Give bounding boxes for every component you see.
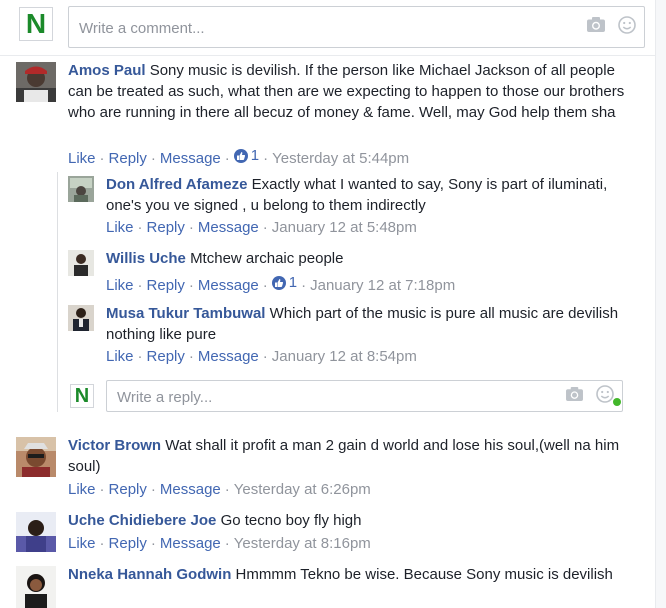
avatar[interactable] xyxy=(16,566,56,608)
comment-timestamp[interactable]: Yesterday at 6:26pm xyxy=(234,481,371,498)
message-link[interactable]: Message xyxy=(160,535,221,552)
like-link[interactable]: Like xyxy=(68,535,96,552)
comment-author[interactable]: Amos Paul xyxy=(68,62,146,79)
reply-willis-uche: Willis Uche Mtchew archaic people xyxy=(106,248,626,269)
divider xyxy=(0,55,655,56)
comment-author[interactable]: Don Alfred Afameze xyxy=(106,176,247,193)
comment-text: Sony music is devilish. If the person li… xyxy=(68,62,625,121)
logo-letter: N xyxy=(74,384,90,407)
like-link[interactable]: Like xyxy=(106,348,134,365)
like-count: 1 xyxy=(250,147,260,164)
like-count-badge[interactable]: 1 xyxy=(233,146,260,166)
comment-timestamp[interactable]: Yesterday at 5:44pm xyxy=(272,150,409,167)
thumbs-up-icon xyxy=(233,149,248,163)
reply-musa-tukur-tambuwal: Musa Tukur Tambuwal Which part of the mu… xyxy=(106,303,626,345)
message-link[interactable]: Message xyxy=(198,348,259,365)
comment-timestamp[interactable]: January 12 at 8:54pm xyxy=(272,348,417,365)
logo-letter: N xyxy=(25,8,47,39)
message-link[interactable]: Message xyxy=(160,150,221,167)
comment-author[interactable]: Nneka Hannah Godwin xyxy=(68,566,231,583)
comment-nneka-hannah-godwin: Nneka Hannah Godwin Hmmmm Tekno be wise.… xyxy=(68,564,638,585)
comment-author[interactable]: Musa Tukur Tambuwal xyxy=(106,305,265,322)
thumbs-up-icon xyxy=(271,276,286,290)
camera-icon[interactable] xyxy=(586,16,606,38)
comment-timestamp[interactable]: January 12 at 5:48pm xyxy=(272,219,417,236)
comment-text: Go tecno boy fly high xyxy=(220,512,362,529)
reply-link[interactable]: Reply xyxy=(109,150,147,167)
comment-input[interactable] xyxy=(77,7,484,49)
reply-link[interactable]: Reply xyxy=(109,535,147,552)
reply-don-alfred-afameze: Don Alfred Afameze Exactly what I wanted… xyxy=(106,174,626,216)
comment-text: Mtchew archaic people xyxy=(190,250,344,267)
reply-link[interactable]: Reply xyxy=(147,277,185,294)
comment-text: Hmmmm Tekno be wise. Because Sony music … xyxy=(235,566,613,583)
comment-composer[interactable] xyxy=(68,6,645,49)
like-link[interactable]: Like xyxy=(68,481,96,498)
avatar[interactable] xyxy=(68,305,94,331)
message-link[interactable]: Message xyxy=(198,219,259,236)
comment-amos-paul: Amos Paul Sony music is devilish. If the… xyxy=(68,60,638,123)
emoji-icon[interactable] xyxy=(596,384,614,408)
comment-timestamp[interactable]: January 12 at 7:18pm xyxy=(310,277,455,294)
comment-actions: Like · Reply · Message · Yesterday at 8:16pm xyxy=(68,535,371,552)
avatar[interactable] xyxy=(16,512,56,552)
comment-actions: Like · Reply · Message · 1 · January 12 at 7:18p… xyxy=(106,273,456,294)
reply-link[interactable]: Reply xyxy=(147,348,185,365)
like-count: 1 xyxy=(288,274,298,291)
message-link[interactable]: Message xyxy=(198,277,259,294)
comment-actions: Like · Reply · Message · Yesterday at 6:26pm xyxy=(68,481,371,498)
avatar[interactable] xyxy=(16,437,56,477)
emoji-icon[interactable] xyxy=(618,15,636,39)
page-logo-avatar: N xyxy=(19,7,53,41)
comment-author[interactable]: Uche Chidiebere Joe xyxy=(68,512,216,529)
avatar[interactable] xyxy=(68,176,94,202)
reply-link[interactable]: Reply xyxy=(109,481,147,498)
camera-icon[interactable] xyxy=(565,386,584,407)
reply-input[interactable] xyxy=(115,381,480,413)
comment-timestamp[interactable]: Yesterday at 8:16pm xyxy=(234,535,371,552)
reply-composer[interactable] xyxy=(106,380,623,413)
page-logo-avatar: N xyxy=(70,384,94,408)
message-link[interactable]: Message xyxy=(160,481,221,498)
comment-uche-chidiebere-joe: Uche Chidiebere Joe Go tecno boy fly hig… xyxy=(68,510,638,531)
like-link[interactable]: Like xyxy=(68,150,96,167)
like-link[interactable]: Like xyxy=(106,219,134,236)
avatar[interactable] xyxy=(68,250,94,276)
reply-thread-line xyxy=(57,172,58,412)
scrollbar-track[interactable] xyxy=(655,0,666,608)
reply-link[interactable]: Reply xyxy=(147,219,185,236)
comment-author[interactable]: Willis Uche xyxy=(106,250,186,267)
comment-victor-brown: Victor Brown Wat shall it profit a man 2… xyxy=(68,435,638,477)
comment-actions: Like · Reply · Message · January 12 at 5:48pm xyxy=(106,219,417,236)
like-count-badge[interactable]: 1 xyxy=(271,273,298,293)
like-link[interactable]: Like xyxy=(106,277,134,294)
comment-actions: Like · Reply · Message · 1 · Yesterday at 5:44pm xyxy=(68,146,410,167)
comment-actions: Like · Reply · Message · January 12 at 8:54pm xyxy=(106,348,417,365)
avatar[interactable] xyxy=(16,62,56,102)
online-status-dot xyxy=(613,398,621,406)
comment-author[interactable]: Victor Brown xyxy=(68,437,161,454)
